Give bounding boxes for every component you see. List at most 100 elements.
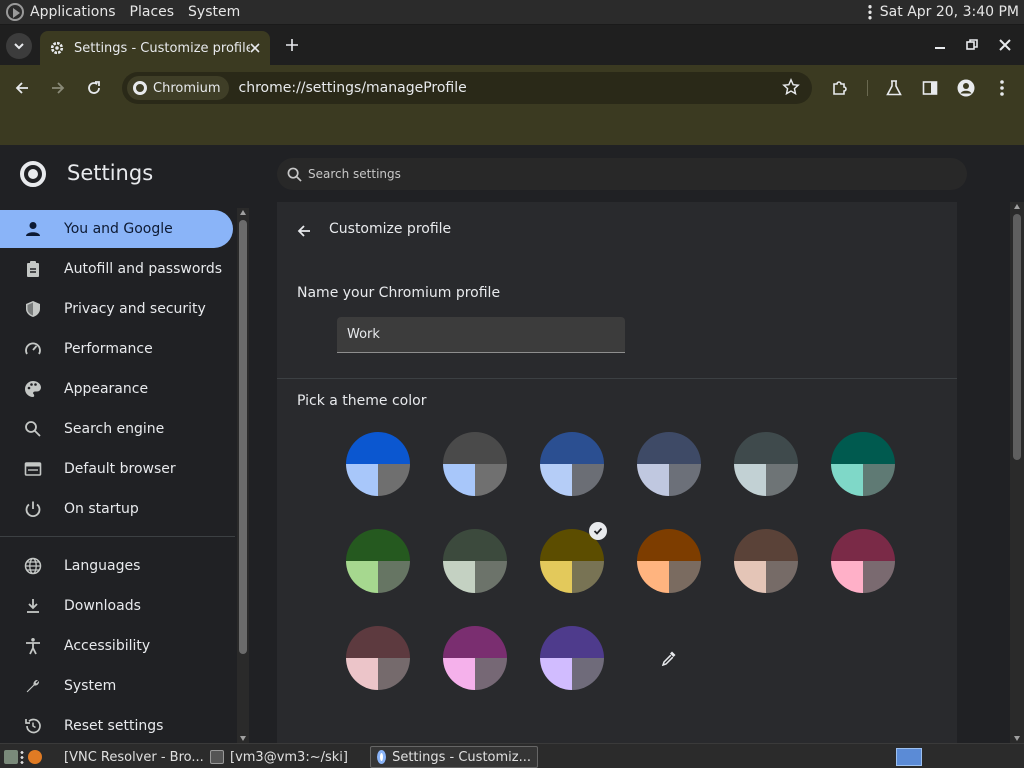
applications-logo-icon[interactable] bbox=[6, 3, 24, 21]
panel-clock[interactable]: Sat Apr 20, 3:40 PM bbox=[880, 4, 1019, 20]
side-panel-button[interactable] bbox=[917, 75, 943, 101]
page-scroll-thumb[interactable] bbox=[1013, 214, 1021, 460]
sidebar-item-label: Accessibility bbox=[64, 638, 151, 654]
sidebar-scroll-thumb[interactable] bbox=[239, 220, 247, 654]
places-menu[interactable]: Places bbox=[130, 4, 175, 20]
reload-button[interactable] bbox=[81, 75, 107, 101]
profile-name-input[interactable] bbox=[337, 317, 625, 353]
omnibox[interactable]: Chromium chrome://settings/manageProfile bbox=[122, 72, 812, 104]
theme-swatch[interactable] bbox=[733, 431, 799, 497]
sidebar-item-downloads[interactable]: Downloads bbox=[0, 587, 233, 625]
tab-strip: Settings - Customize profile bbox=[0, 25, 1024, 65]
sidebar-item-default-browser[interactable]: Default browser bbox=[0, 450, 233, 488]
page-scrollbar[interactable] bbox=[1010, 202, 1024, 743]
selected-check-icon bbox=[589, 522, 607, 540]
back-button[interactable] bbox=[9, 75, 35, 101]
sidebar-item-label: Downloads bbox=[64, 598, 141, 614]
theme-swatch[interactable] bbox=[733, 528, 799, 594]
chromium-logo-icon bbox=[20, 161, 46, 187]
sidebar-scrollbar[interactable] bbox=[237, 208, 249, 743]
theme-swatch[interactable] bbox=[539, 522, 607, 594]
new-tab-button[interactable] bbox=[280, 33, 304, 57]
accessibility-icon bbox=[22, 635, 44, 657]
sidebar-item-reset-settings[interactable]: Reset settings bbox=[0, 707, 233, 745]
customize-profile-card: Customize profile Name your Chromium pro… bbox=[277, 202, 957, 743]
theme-swatch[interactable] bbox=[442, 625, 508, 691]
top-panel: Applications Places System Sat Apr 20, 3… bbox=[0, 0, 1024, 25]
sidebar-item-autofill[interactable]: Autofill and passwords bbox=[0, 250, 233, 288]
profile-button[interactable] bbox=[953, 75, 979, 101]
sidebar-item-label: Performance bbox=[64, 341, 153, 357]
task-label: Settings - Customiz... bbox=[392, 749, 531, 765]
theme-swatch[interactable] bbox=[539, 431, 605, 497]
power-icon bbox=[22, 498, 44, 520]
workspace-switcher[interactable] bbox=[893, 746, 925, 768]
scroll-up-icon[interactable] bbox=[1014, 204, 1020, 209]
page-title: Settings bbox=[67, 161, 154, 185]
scroll-up-icon[interactable] bbox=[240, 210, 246, 215]
panel-handle-icon bbox=[867, 4, 872, 20]
minimize-button[interactable] bbox=[927, 32, 953, 58]
sidebar-item-you-and-google[interactable]: You and Google bbox=[0, 210, 233, 248]
task-vnc-resolver[interactable]: [VNC Resolver - Bro... bbox=[58, 746, 210, 768]
sidebar-item-system[interactable]: System bbox=[0, 667, 233, 705]
settings-page: Settings Search settings You and Google … bbox=[0, 145, 1024, 743]
theme-swatch[interactable] bbox=[345, 431, 411, 497]
labs-button[interactable] bbox=[881, 75, 907, 101]
url-text[interactable]: chrome://settings/manageProfile bbox=[239, 80, 467, 96]
task-settings[interactable]: Settings - Customiz... bbox=[370, 746, 538, 768]
show-desktop-button[interactable] bbox=[2, 746, 44, 768]
theme-swatch[interactable] bbox=[636, 528, 702, 594]
reset-icon bbox=[22, 715, 44, 737]
theme-swatch[interactable] bbox=[636, 431, 702, 497]
profile-name-label: Name your Chromium profile bbox=[297, 285, 501, 301]
system-menu[interactable]: System bbox=[188, 4, 240, 20]
tab-settings[interactable]: Settings - Customize profile bbox=[40, 31, 270, 65]
sidebar-item-on-startup[interactable]: On startup bbox=[0, 490, 233, 528]
search-icon bbox=[22, 418, 44, 440]
chromium-icon bbox=[133, 81, 147, 95]
custom-color-button[interactable] bbox=[636, 625, 702, 691]
theme-swatch[interactable] bbox=[442, 528, 508, 594]
bookmark-star-icon[interactable] bbox=[782, 78, 800, 96]
theme-swatch[interactable] bbox=[442, 431, 508, 497]
sidebar-item-privacy[interactable]: Privacy and security bbox=[0, 290, 233, 328]
theme-swatch[interactable] bbox=[539, 625, 605, 691]
settings-sidebar: You and Google Autofill and passwords Pr… bbox=[0, 208, 235, 743]
tab-search-button[interactable] bbox=[6, 33, 32, 59]
sidebar-item-accessibility[interactable]: Accessibility bbox=[0, 627, 233, 665]
tab-title: Settings - Customize profile bbox=[74, 40, 250, 56]
scroll-down-icon[interactable] bbox=[1014, 736, 1020, 741]
speedometer-icon bbox=[22, 338, 44, 360]
site-info-chip[interactable]: Chromium bbox=[127, 76, 229, 100]
applications-menu[interactable]: Applications bbox=[30, 4, 116, 20]
theme-swatch[interactable] bbox=[830, 528, 896, 594]
firefox-icon[interactable] bbox=[28, 750, 42, 764]
forward-button[interactable] bbox=[45, 75, 71, 101]
launcher-handle-icon bbox=[20, 750, 24, 764]
globe-icon bbox=[22, 555, 44, 577]
tab-close-icon[interactable] bbox=[250, 43, 260, 53]
task-terminal[interactable]: [vm3@vm3:~/ski] bbox=[204, 746, 354, 768]
restore-button[interactable] bbox=[959, 32, 985, 58]
theme-swatch[interactable] bbox=[830, 431, 896, 497]
sidebar-item-performance[interactable]: Performance bbox=[0, 330, 233, 368]
scroll-down-icon[interactable] bbox=[240, 736, 246, 741]
theme-swatch[interactable] bbox=[345, 625, 411, 691]
sidebar-item-appearance[interactable]: Appearance bbox=[0, 370, 233, 408]
sidebar-item-languages[interactable]: Languages bbox=[0, 547, 233, 585]
gear-icon bbox=[50, 41, 64, 55]
terminal-icon bbox=[210, 750, 224, 764]
extensions-button[interactable] bbox=[827, 75, 853, 101]
back-arrow-button[interactable] bbox=[293, 220, 315, 242]
chevron-down-icon bbox=[14, 43, 24, 50]
theme-swatch[interactable] bbox=[345, 528, 411, 594]
close-window-button[interactable] bbox=[992, 32, 1018, 58]
plus-icon bbox=[286, 39, 298, 51]
theme-color-label: Pick a theme color bbox=[297, 393, 427, 409]
search-settings-input[interactable]: Search settings bbox=[277, 158, 967, 190]
sidebar-item-label: Autofill and passwords bbox=[64, 261, 223, 277]
browser-menu-button[interactable] bbox=[989, 75, 1015, 101]
sidebar-item-search-engine[interactable]: Search engine bbox=[0, 410, 233, 448]
card-divider bbox=[277, 378, 957, 379]
